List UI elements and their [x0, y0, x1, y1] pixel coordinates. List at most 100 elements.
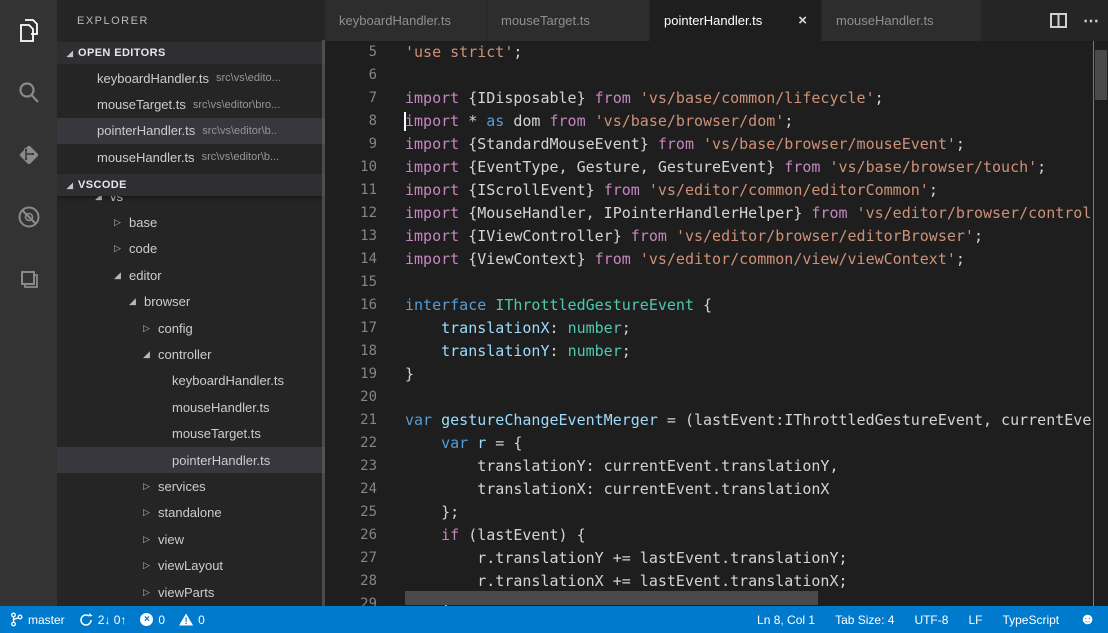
tree-item-viewLayout[interactable]: ▷viewLayout — [57, 552, 325, 578]
line-number[interactable]: 13 — [325, 225, 377, 248]
eol-sequence[interactable]: LF — [968, 613, 982, 627]
line-number[interactable]: 9 — [325, 133, 377, 156]
extensions-icon[interactable] — [0, 248, 57, 310]
line-number[interactable]: 14 — [325, 248, 377, 271]
tree-item-controller[interactable]: ◢controller — [57, 341, 325, 367]
token: dom — [513, 112, 540, 130]
tree-item-viewParts[interactable]: ▷viewParts — [57, 579, 325, 605]
tree-item-view[interactable]: ▷view — [57, 526, 325, 552]
line-number[interactable]: 5 — [325, 41, 377, 64]
token — [405, 526, 441, 544]
tree-item-browser[interactable]: ◢browser — [57, 289, 325, 315]
token: {ViewContext} — [459, 250, 594, 268]
cursor-position[interactable]: Ln 8, Col 1 — [757, 613, 815, 627]
tree-item-standalone[interactable]: ▷standalone — [57, 500, 325, 526]
open-editors-section-header[interactable]: ◢ OPEN EDITORS — [57, 42, 325, 64]
code-line: 16interface IThrottledGestureEvent { — [325, 294, 1108, 317]
line-number[interactable]: 7 — [325, 87, 377, 110]
code-editor[interactable]: 5'use strict';67import {IDisposable} fro… — [325, 41, 1108, 606]
more-actions-icon[interactable]: ⋯ — [1083, 11, 1100, 31]
tab-mouseTarget.ts[interactable]: mouseTarget.ts — [487, 0, 650, 41]
warning-count: 0 — [198, 613, 205, 627]
error-status[interactable]: × 0 — [140, 613, 165, 627]
line-number[interactable]: 21 — [325, 409, 377, 432]
token: : — [550, 319, 568, 337]
tab-pointerHandler.ts[interactable]: pointerHandler.ts× — [650, 0, 822, 41]
line-number[interactable]: 27 — [325, 547, 377, 570]
horizontal-scrollbar[interactable] — [405, 591, 818, 605]
code-line: 7import {IDisposable} from 'vs/base/comm… — [325, 87, 1108, 110]
tree-item-services[interactable]: ▷services — [57, 473, 325, 499]
code-line: 15 — [325, 271, 1108, 294]
sidebar-scrollbar[interactable] — [322, 40, 325, 606]
line-number[interactable]: 20 — [325, 386, 377, 409]
search-icon[interactable] — [0, 62, 57, 124]
token: import — [405, 227, 459, 245]
line-number[interactable]: 19 — [325, 363, 377, 386]
line-number[interactable]: 6 — [325, 64, 377, 87]
tree-item-keyboardHandler.ts[interactable]: keyboardHandler.ts — [57, 368, 325, 394]
line-number[interactable]: 11 — [325, 179, 377, 202]
tree-item-code[interactable]: ▷code — [57, 236, 325, 262]
tab-size[interactable]: Tab Size: 4 — [835, 613, 894, 627]
open-editor-item[interactable]: mouseHandler.tssrc\vs\editor\b... — [57, 144, 325, 170]
line-number[interactable]: 28 — [325, 570, 377, 593]
line-number[interactable]: 23 — [325, 455, 377, 478]
line-number[interactable]: 22 — [325, 432, 377, 455]
token — [640, 181, 649, 199]
tab-actions: ⋯ — [1050, 0, 1100, 41]
code-line: 5'use strict'; — [325, 41, 1108, 64]
split-editor-icon[interactable] — [1050, 13, 1067, 28]
code-line: 9import {StandardMouseEvent} from 'vs/ba… — [325, 133, 1108, 156]
token: {EventType, Gesture, GestureEvent} — [459, 158, 784, 176]
code-text: r.translationX += lastEvent.translationX… — [405, 570, 1108, 593]
tree-item-base[interactable]: ▷base — [57, 209, 325, 235]
code-line: 14import {ViewContext} from 'vs/editor/c… — [325, 248, 1108, 271]
line-number[interactable]: 26 — [325, 524, 377, 547]
line-number[interactable]: 29 — [325, 593, 377, 606]
open-editor-item[interactable]: pointerHandler.tssrc\vs\editor\b.. — [57, 118, 325, 144]
debug-icon[interactable] — [0, 186, 57, 248]
chevron-collapsed-icon: ▷ — [143, 507, 158, 518]
branch-name: master — [28, 613, 65, 627]
line-number[interactable]: 8 — [325, 110, 377, 133]
line-number[interactable]: 15 — [325, 271, 377, 294]
line-number[interactable]: 12 — [325, 202, 377, 225]
warning-status[interactable]: ! 0 — [179, 613, 205, 627]
tab-keyboardHandler.ts[interactable]: keyboardHandler.ts — [325, 0, 487, 41]
line-number[interactable]: 17 — [325, 317, 377, 340]
language-mode[interactable]: TypeScript — [1002, 613, 1059, 627]
tab-mouseHandler.ts[interactable]: mouseHandler.ts — [822, 0, 982, 41]
source-control-git-icon[interactable] — [0, 124, 57, 186]
git-branch-status[interactable]: master — [10, 612, 65, 627]
tree-item-mouseTarget.ts[interactable]: mouseTarget.ts — [57, 421, 325, 447]
line-number[interactable]: 16 — [325, 294, 377, 317]
tree-item-pointerHandler.ts[interactable]: pointerHandler.ts — [57, 447, 325, 473]
explorer-files-icon[interactable] — [0, 0, 57, 62]
open-editor-item[interactable]: keyboardHandler.tssrc\vs\edito... — [57, 65, 325, 91]
code-text: r.translationY += lastEvent.translationY… — [405, 547, 1108, 570]
code-text: import {MouseHandler, IPointerHandlerHel… — [405, 202, 1108, 225]
vscode-section-header[interactable]: ◢ VSCODE — [57, 174, 325, 196]
sync-status[interactable]: 2↓ 0↑ — [79, 613, 127, 627]
close-tab-icon[interactable]: × — [798, 12, 807, 29]
tree-item-mouseHandler.ts[interactable]: mouseHandler.ts — [57, 394, 325, 420]
encoding[interactable]: UTF-8 — [914, 613, 948, 627]
error-count: 0 — [158, 613, 165, 627]
line-number[interactable]: 24 — [325, 478, 377, 501]
token: ; — [1037, 158, 1046, 176]
line-number[interactable]: 25 — [325, 501, 377, 524]
token: from — [595, 250, 631, 268]
tree-item-editor[interactable]: ◢editor — [57, 262, 325, 288]
tree-item-config[interactable]: ▷config — [57, 315, 325, 341]
line-number[interactable]: 10 — [325, 156, 377, 179]
token: 'vs/base/common/lifecycle' — [640, 89, 875, 107]
tree-item-label: viewParts — [158, 585, 214, 600]
code-line: 28 r.translationX += lastEvent.translati… — [325, 570, 1108, 593]
line-number[interactable]: 18 — [325, 340, 377, 363]
vertical-scrollbar[interactable] — [1095, 50, 1107, 100]
open-editor-item[interactable]: mouseTarget.tssrc\vs\editor\bro... — [57, 91, 325, 117]
error-icon: × — [140, 613, 153, 626]
feedback-smiley-icon[interactable]: ☻ — [1079, 612, 1096, 628]
code-text: translationX: currentEvent.translationX — [405, 478, 1108, 501]
